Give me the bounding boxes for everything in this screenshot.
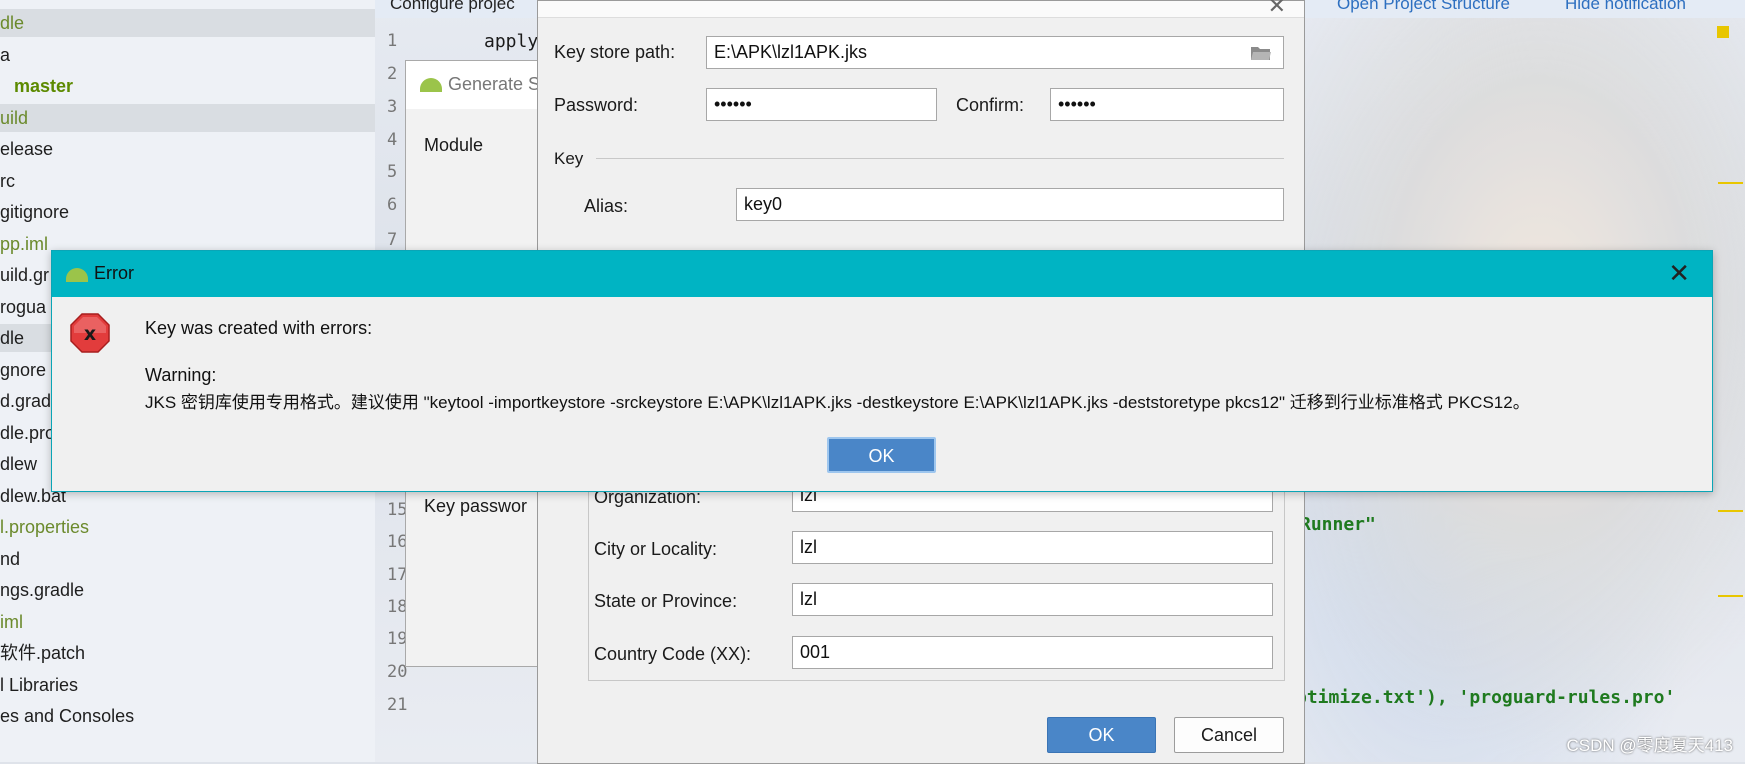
notification-configure-text: Configure projec — [390, 0, 515, 13]
tree-item[interactable]: master — [14, 72, 73, 100]
error-dialog-title: Error — [94, 263, 134, 283]
tree-item[interactable]: dlew — [0, 450, 37, 478]
tree-item[interactable]: a — [0, 41, 10, 69]
state-label: State or Province: — [594, 591, 738, 611]
editor-warning-marker[interactable] — [1717, 26, 1729, 38]
hide-notification-link[interactable]: Hide notification — [1565, 0, 1686, 14]
tree-item[interactable]: gitignore — [0, 198, 69, 226]
tree-item[interactable]: l Libraries — [0, 671, 78, 699]
key-password-label: Key passwor — [424, 496, 528, 516]
close-icon[interactable]: ✕ — [1668, 260, 1690, 286]
code-runner-text[interactable]: Runner" — [1300, 514, 1376, 535]
tree-item[interactable]: dle — [0, 9, 375, 37]
open-project-structure-link[interactable]: Open Project Structure — [1337, 0, 1510, 14]
tree-item[interactable]: 软件.patch — [0, 639, 85, 667]
country-code-label: Country Code (XX): — [594, 644, 752, 664]
error-warning-detail: JKS 密钥库使用专用格式。建议使用 "keytool -importkeyst… — [145, 393, 1530, 412]
scroll-marker — [1718, 510, 1743, 512]
city-label: City or Locality: — [594, 539, 718, 559]
tree-item[interactable]: rogua — [0, 293, 46, 321]
error-dialog: Error ✕ x Key was created with errors: W… — [51, 250, 1713, 492]
close-icon[interactable]: ✕ — [1268, 0, 1286, 19]
key-section-label: Key — [554, 149, 584, 168]
tree-item[interactable]: nd — [0, 545, 20, 573]
state-field[interactable]: lzl — [792, 583, 1273, 616]
folder-icon[interactable] — [1250, 44, 1272, 62]
tree-item[interactable]: l.properties — [0, 513, 89, 541]
confirm-password-field[interactable]: •••••• — [1050, 88, 1284, 121]
error-message-heading: Key was created with errors: — [145, 318, 373, 338]
confirm-label: Confirm: — [956, 95, 1025, 115]
key-section-divider — [596, 158, 1284, 159]
alias-field[interactable]: key0 — [736, 188, 1284, 221]
watermark-text: CSDN @零度夏天413 — [1566, 736, 1733, 755]
error-warning-label: Warning: — [145, 365, 217, 385]
error-ok-button[interactable]: OK — [827, 437, 936, 473]
tree-item[interactable]: uild.gr — [0, 261, 49, 289]
line-number: 1 — [387, 31, 398, 51]
tree-item[interactable]: uild — [0, 103, 375, 132]
svg-text:x: x — [84, 323, 96, 345]
key-store-dialog-titlebar — [538, 1, 1304, 18]
generate-dialog-title: Generate S — [448, 74, 541, 94]
alias-label: Alias: — [584, 196, 629, 216]
tree-item[interactable]: ngs.gradle — [0, 576, 84, 604]
tree-item[interactable]: pp.iml — [0, 230, 48, 258]
key-store-path-label: Key store path: — [554, 42, 676, 62]
line-number: 21 — [387, 695, 408, 715]
tree-item[interactable]: elease — [0, 135, 53, 163]
tree-item[interactable]: d.gradl — [0, 387, 55, 415]
password-label: Password: — [554, 95, 639, 115]
password-field[interactable]: •••••• — [706, 88, 937, 121]
tree-item[interactable]: rc — [0, 167, 15, 195]
error-dialog-titlebar: Error ✕ — [52, 251, 1712, 297]
module-label: Module — [424, 135, 484, 155]
country-code-field[interactable]: 001 — [792, 636, 1273, 669]
tree-item[interactable]: dle.pro — [0, 419, 55, 447]
code-proguard-text[interactable]: ptimize.txt'), 'proguard-rules.pro' — [1296, 687, 1675, 708]
scroll-marker — [1718, 182, 1743, 184]
city-field[interactable]: lzl — [792, 531, 1273, 564]
android-icon — [420, 78, 442, 92]
keystore-cancel-button[interactable]: Cancel — [1174, 717, 1284, 753]
error-x-icon: x — [70, 313, 110, 353]
code-apply[interactable]: apply — [484, 31, 538, 52]
tree-item[interactable]: gnore — [0, 356, 46, 384]
key-store-path-field[interactable]: E:\APK\lzl1APK.jks — [706, 36, 1284, 69]
keystore-ok-button[interactable]: OK — [1047, 717, 1156, 753]
tree-item[interactable]: iml — [0, 608, 23, 636]
tree-item[interactable]: es and Consoles — [0, 702, 134, 730]
scroll-marker — [1718, 595, 1743, 597]
android-icon — [66, 268, 88, 282]
